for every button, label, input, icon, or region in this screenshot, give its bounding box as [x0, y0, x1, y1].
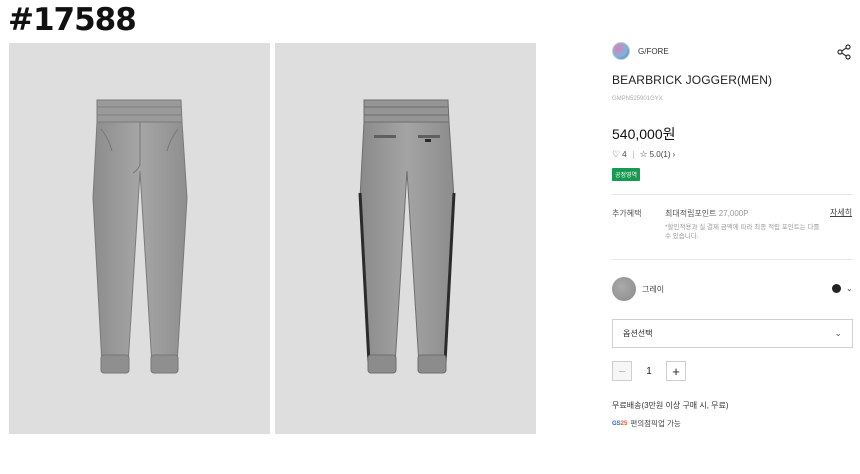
gs25-logo: GS25	[612, 420, 628, 427]
star-icon: ☆	[639, 149, 648, 159]
color-name: 그레이	[642, 285, 665, 294]
product-code: GMPN525901GYX	[612, 96, 663, 102]
product-price: 540,000원	[612, 126, 676, 142]
chevron-down-icon: ⌄	[846, 284, 853, 293]
page-id: #17588	[8, 2, 137, 38]
share-icon[interactable]	[836, 44, 852, 60]
pants-back-illustration	[358, 99, 456, 374]
product-stats: ♡ 4 ☆ 5.0(1) ›	[612, 149, 675, 160]
brand-logo	[612, 42, 630, 60]
brand-name: G/FORE	[638, 46, 669, 56]
shipping-info: 무료배송(3만원 이상 구매 시, 무료)	[612, 401, 729, 410]
product-info-panel: G/FORE BEARBRICK JOGGER(MEN) GMPN525901G…	[612, 0, 857, 474]
heart-icon[interactable]: ♡	[612, 149, 620, 160]
quantity-decrease-button[interactable]: −	[612, 361, 632, 381]
pickup-info: GS25 편의점픽업 가능	[612, 418, 681, 429]
color-dropdown[interactable]: ⌄	[832, 284, 853, 293]
selected-color-dot	[832, 284, 841, 293]
stats-divider	[632, 150, 634, 159]
like-count: 4	[622, 150, 627, 159]
points-value: 27,000P	[718, 209, 749, 218]
benefit-note: *할인적용과 실 결제 금액에 따라 최종 적립 포인트는 다를 수 있습니다.	[665, 224, 820, 240]
product-image-front[interactable]	[9, 43, 270, 434]
benefit-detail-link[interactable]: 자세히	[830, 207, 852, 218]
quantity-stepper: − 1 +	[612, 361, 686, 381]
divider	[612, 194, 853, 195]
chevron-right-icon[interactable]: ›	[673, 150, 676, 159]
color-swatch[interactable]	[612, 277, 636, 301]
divider	[612, 259, 853, 260]
quantity-value[interactable]: 1	[632, 366, 666, 377]
chevron-down-icon: ⌄	[834, 328, 842, 338]
brand-row[interactable]: G/FORE	[612, 42, 669, 60]
points-label: 최대적립포인트	[665, 209, 717, 218]
option-select-label: 옵션선택	[623, 329, 653, 338]
pickup-text: 편의점픽업 가능	[630, 419, 681, 428]
pants-front-illustration	[92, 99, 188, 374]
status-badge: 공정영역	[612, 168, 641, 181]
product-image-back[interactable]	[275, 43, 536, 434]
benefit-points: 최대적립포인트 27,000P	[665, 208, 749, 219]
quantity-increase-button[interactable]: +	[666, 361, 686, 381]
rating-link[interactable]: 5.0(1)	[650, 150, 671, 159]
benefit-label: 추가혜택	[612, 209, 642, 218]
option-select[interactable]: 옵션선택 ⌄	[612, 319, 853, 348]
product-title: BEARBRICK JOGGER(MEN)	[612, 73, 773, 87]
